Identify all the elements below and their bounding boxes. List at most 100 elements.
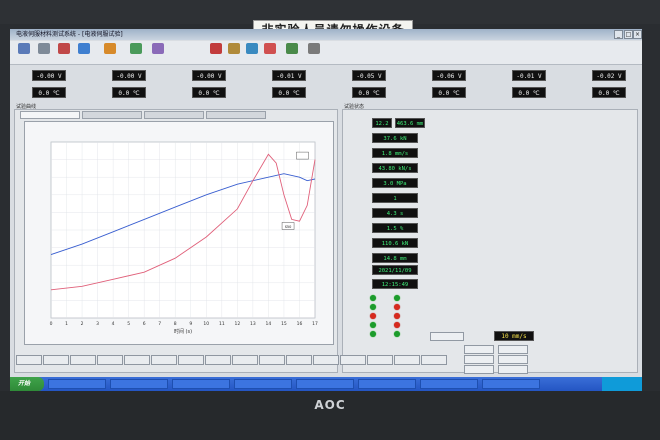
marker-label: S50 (285, 225, 292, 229)
function-button[interactable] (394, 355, 420, 365)
toolbar-icon (58, 43, 70, 54)
brand-logo: AOC (314, 398, 346, 412)
toolbar-button[interactable] (14, 43, 34, 63)
taskbar-item[interactable] (482, 379, 540, 389)
tab-4[interactable] (206, 111, 266, 119)
date-display: 2021/11/09 (372, 265, 418, 275)
taskbar-item[interactable] (358, 379, 416, 389)
toolbar-button[interactable] (74, 43, 94, 63)
toolbar-icon (286, 43, 298, 54)
readout-row-value: 4.3 s (372, 208, 418, 218)
readout-row-value: 37.6 kN (372, 133, 418, 143)
taskbar-item[interactable] (234, 379, 292, 389)
tab-3[interactable] (144, 111, 204, 119)
taskbar-item[interactable] (110, 379, 168, 389)
toolbar-button[interactable] (34, 43, 54, 63)
toolbar-icon (308, 43, 320, 54)
toolbar-button[interactable] (54, 43, 74, 63)
status-led (394, 331, 400, 337)
status-led (370, 304, 376, 310)
function-button[interactable] (151, 355, 177, 365)
readout-row-temperature: 0.0 ℃ 0.0 ℃ 0.0 ℃ 0.0 ℃ 0.0 ℃ 0.0 ℃ 0.0 ℃ 0.0 ℃ (10, 84, 642, 101)
function-button[interactable] (421, 355, 447, 365)
readout-value: 0.0 ℃ (592, 86, 626, 98)
function-button[interactable] (124, 355, 150, 365)
readout-row: 4.3 s (352, 207, 452, 219)
toolbar-button[interactable] (126, 43, 146, 63)
readout-value: -0.01 V (272, 69, 306, 81)
minimize-button[interactable]: _ (614, 30, 623, 39)
toolbar-button[interactable] (282, 43, 302, 63)
x-tick-label: 12 (234, 321, 240, 327)
readout-row-value: 1.5 % (372, 223, 418, 233)
toolbar-button[interactable] (224, 43, 244, 63)
function-button[interactable] (97, 355, 123, 365)
function-button[interactable] (340, 355, 366, 365)
control-button[interactable] (498, 345, 528, 354)
readout-cell: -0.00 V (16, 69, 66, 81)
taskbar-item[interactable] (296, 379, 354, 389)
toolbar-button[interactable] (304, 43, 324, 63)
toolbar-icon (104, 43, 116, 54)
tab-2[interactable] (82, 111, 142, 119)
rate-label-button[interactable] (430, 332, 464, 341)
toolbar-button[interactable] (260, 43, 280, 63)
readout-value: -0.00 V (192, 69, 226, 81)
system-tray-clock (602, 377, 642, 391)
toolbar-button[interactable] (206, 43, 226, 63)
readout-cell: -0.01 V (256, 69, 306, 81)
readout-cell: -0.00 V (176, 69, 226, 81)
taskbar-item[interactable] (48, 379, 106, 389)
readout-row-value: 14.8 mm (372, 253, 418, 263)
tab-1[interactable] (20, 111, 80, 119)
readout-row-value: 43.80 kN/s (372, 163, 418, 173)
function-button[interactable] (232, 355, 258, 365)
function-button[interactable] (286, 355, 312, 365)
close-button[interactable]: × (633, 30, 642, 39)
readout-cell: 0.0 ℃ (176, 86, 226, 98)
readout-cell: 0.0 ℃ (16, 86, 66, 98)
control-button[interactable] (498, 355, 528, 364)
function-button[interactable] (259, 355, 285, 365)
toolbar-button[interactable] (100, 43, 120, 63)
toolbar-icon (78, 43, 90, 54)
function-button[interactable] (313, 355, 339, 365)
readout-cell: 0.0 ℃ (96, 86, 146, 98)
x-tick-label: 9 (189, 321, 192, 327)
readout-row-value: 1 (372, 193, 418, 203)
control-button[interactable] (498, 365, 528, 374)
control-button[interactable] (464, 365, 494, 374)
x-axis-label: 时间 (s) (174, 328, 192, 335)
maximize-button[interactable]: □ (624, 30, 633, 39)
function-button[interactable] (178, 355, 204, 365)
readout-value: -0.05 V (352, 69, 386, 81)
function-button[interactable] (16, 355, 42, 365)
status-led (394, 304, 400, 310)
readout-value: -0.06 V (432, 69, 466, 81)
function-button[interactable] (205, 355, 231, 365)
x-tick-label: 11 (219, 321, 225, 327)
x-tick-label: 1 (65, 321, 68, 327)
toolbar-button[interactable] (148, 43, 168, 63)
start-button[interactable]: 开始 (10, 377, 44, 391)
toolbar-icon (246, 43, 258, 54)
readout-value: 0.0 ℃ (112, 86, 146, 98)
taskbar-item[interactable] (172, 379, 230, 389)
function-button[interactable] (70, 355, 96, 365)
control-button[interactable] (464, 345, 494, 354)
status-led (370, 331, 376, 337)
readout-row-value: 1.8 mm/s (372, 148, 418, 158)
readout-cell: -0.05 V (336, 69, 386, 81)
window-titlebar: 电液伺服材料测试系统 - [电液伺服试验] (10, 29, 642, 40)
control-button[interactable] (464, 355, 494, 364)
function-button[interactable] (43, 355, 69, 365)
toolbar-button[interactable] (242, 43, 262, 63)
taskbar-item[interactable] (420, 379, 478, 389)
x-tick-label: 7 (158, 321, 161, 327)
readout-value: -0.02 V (592, 69, 626, 81)
readout-row: 1 (352, 192, 452, 204)
x-tick-label: 5 (127, 321, 130, 327)
x-tick-label: 0 (50, 321, 53, 327)
function-button[interactable] (367, 355, 393, 365)
readout-row-voltage: -0.00 V -0.00 V -0.00 V -0.01 V -0.05 V -0.06… (10, 67, 642, 84)
